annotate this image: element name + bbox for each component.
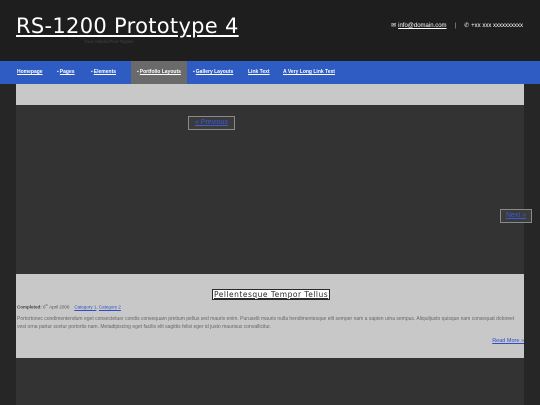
read-more-link[interactable]: Read More » — [492, 338, 524, 344]
email-link[interactable]: info@domain.com — [398, 23, 446, 29]
nav-item-link-text[interactable]: Link Text — [248, 61, 270, 84]
main-nav: Homepage ▪Pages ▪Elements ▪Portfolio Lay… — [0, 61, 540, 84]
nav-item-pages[interactable]: ▪Pages — [57, 61, 75, 84]
image-slider — [16, 105, 524, 273]
next-button[interactable]: Next » — [500, 209, 532, 223]
left-gutter — [0, 84, 16, 405]
previous-button[interactable]: « Previous — [188, 116, 235, 130]
post-meta: Completed: 6th April 2000 Category 1, Ca… — [17, 303, 121, 310]
nav-item-elements[interactable]: ▪Elements — [91, 61, 116, 84]
category-link-1[interactable]: Category 1 — [74, 305, 96, 310]
contact-divider: | — [454, 22, 457, 29]
post-title[interactable]: Pellentesque Tempor Tellus — [211, 289, 331, 300]
nav-bullet-icon: ▪ — [137, 69, 139, 75]
phone-icon: ✆ — [464, 23, 470, 29]
meta-label: Completed: — [17, 304, 42, 310]
contact-info: ✉ info@domain.com | ✆ +xx xxx xxxxxxxxxx — [391, 22, 523, 30]
slider-header-bar — [16, 84, 524, 105]
right-gutter — [524, 84, 540, 405]
site-title[interactable]: RS-1200 Prototype 4 — [16, 14, 239, 38]
site-header: RS-1200 Prototype 4 Your Helpful/Fine Ta… — [0, 0, 540, 61]
post-excerpt-text: Portortonec condimentendum eget consecte… — [17, 316, 515, 330]
nav-bullet-icon: ▪ — [193, 69, 195, 75]
nav-item-homepage[interactable]: Homepage — [17, 61, 43, 84]
nav-bullet-icon: ▪ — [57, 69, 59, 75]
post-month-year: April 2000 — [49, 304, 70, 310]
envelope-icon: ✉ — [391, 23, 397, 29]
post-day-suffix: th — [45, 303, 49, 307]
nav-bullet-icon: ▪ — [91, 69, 93, 75]
phone-number: +xx xxx xxxxxxxxxx — [471, 22, 523, 29]
nav-item-very-long-link[interactable]: A Very Long Link Text — [283, 61, 335, 84]
nav-item-portfolio-layouts[interactable]: ▪Portfolio Layouts — [131, 61, 187, 84]
main-content: Pellentesque Tempor Tellus Completed: 6t… — [16, 84, 524, 405]
category-link-2[interactable]: Category 2 — [99, 305, 121, 310]
post-excerpt: Pellentesque Tempor Tellus Completed: 6t… — [16, 274, 524, 358]
site-tagline: Your Helpful/Fine Tagline — [84, 39, 134, 44]
nav-item-gallery-layouts[interactable]: ▪Gallery Layouts — [193, 61, 233, 84]
